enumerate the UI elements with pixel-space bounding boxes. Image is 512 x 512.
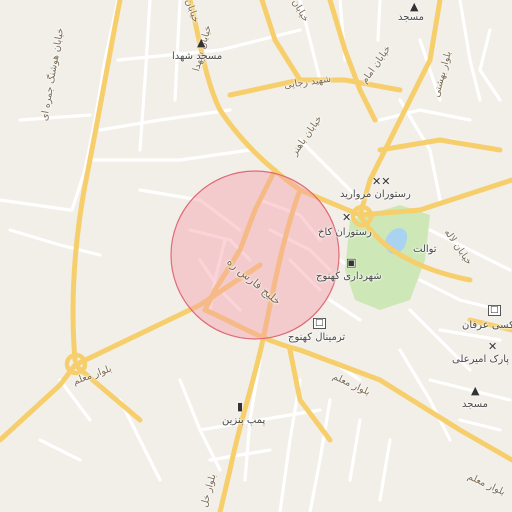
poi-restoran-kakh[interactable]: رستوران کاخ [318,228,372,238]
poi-terminal[interactable]: ترمینال کهنوج [288,333,345,343]
poi-masjed-right[interactable]: مسجد [462,400,488,410]
bus-icon[interactable]: □ [313,318,326,329]
poi-park-amiri[interactable]: پارک امیرعلی [452,355,509,365]
mosque-icon[interactable]: ▲ [197,37,205,48]
poi-toalet[interactable]: توالت [413,245,437,255]
restaurant-icon[interactable]: ✕ [488,341,497,352]
poi-shahrdari[interactable]: شهرداری کهنوج [316,272,382,282]
poi-pomp-benzin[interactable]: پمپ بنزین [222,416,265,426]
town-hall-icon[interactable]: ▣ [346,257,356,268]
poi-terminal-erfan[interactable]: تاکسی عرفان [462,321,512,331]
restaurant-icon[interactable]: ✕✕ [372,176,390,187]
fuel-icon[interactable]: ▮ [237,401,243,412]
poi-masjed-shohada[interactable]: مسجد شهدا [172,52,222,62]
mosque-icon[interactable]: ▲ [471,385,479,396]
bus-icon[interactable]: □ [488,305,501,316]
search-radius-circle [170,170,340,340]
poi-masjed-top[interactable]: مسجد [398,13,424,23]
mosque-icon[interactable]: ▲ [410,1,418,12]
poi-restoran-morvarid[interactable]: رستوران مروارید [340,190,411,200]
restaurant-icon[interactable]: ✕ [342,212,351,223]
